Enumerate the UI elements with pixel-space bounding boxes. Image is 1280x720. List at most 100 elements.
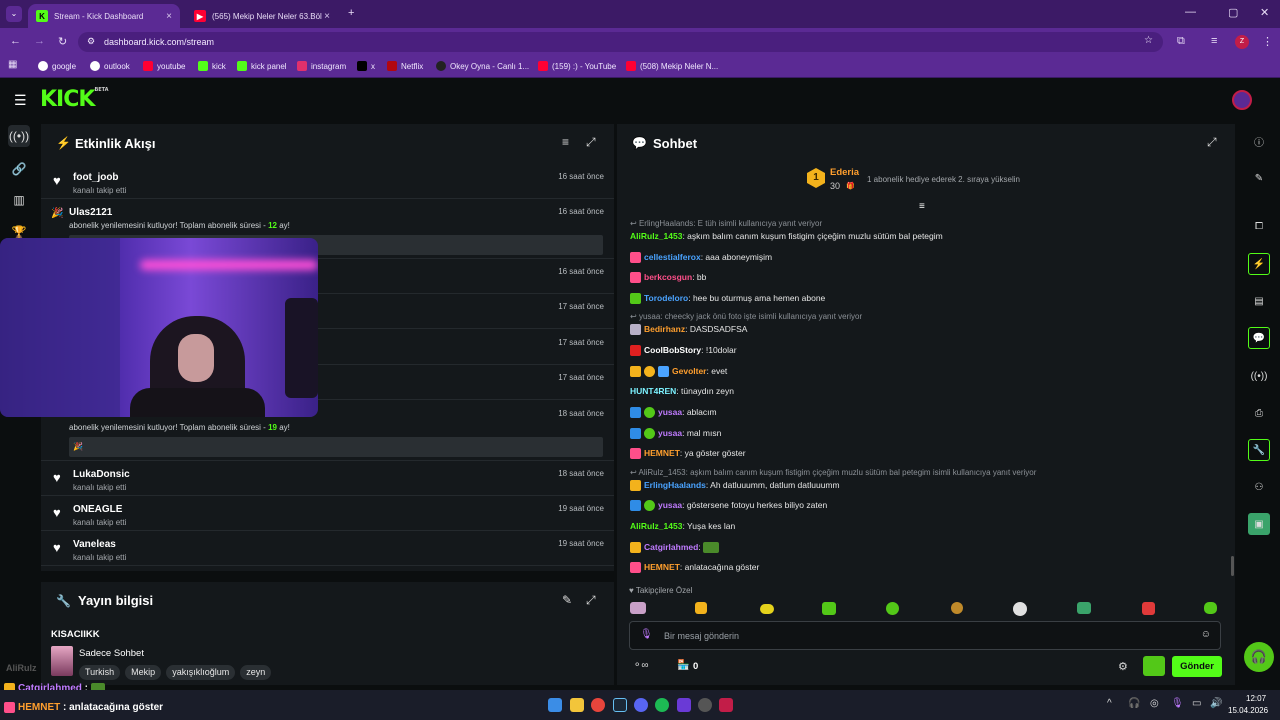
chat-username[interactable]: HUNT4REN: [630, 386, 676, 396]
emote-icon[interactable]: [1204, 602, 1217, 614]
store-icon[interactable]: 🏪: [677, 660, 689, 671]
notes-icon[interactable]: ▤: [1248, 290, 1270, 312]
printer-icon[interactable]: ⎙: [1248, 402, 1270, 424]
chat-username[interactable]: Torodeloro: [644, 293, 688, 303]
bookmark-youtube-159[interactable]: (159) :) - YouTube: [538, 61, 616, 71]
steam-tray-icon[interactable]: ◎: [1150, 698, 1159, 709]
broadcast-icon[interactable]: ((•)): [1248, 365, 1270, 387]
kick-emote-icon[interactable]: [1143, 656, 1165, 676]
bookmark-okey[interactable]: Okey Oyna - Canlı 1...: [436, 61, 529, 71]
filter-icon[interactable]: ≡: [562, 135, 569, 149]
reload-button[interactable]: ↻: [58, 35, 67, 48]
new-tab-button[interactable]: +: [348, 7, 354, 19]
emote-icon[interactable]: [951, 602, 963, 614]
emote-icon[interactable]: [1013, 602, 1027, 616]
chrome-menu-icon[interactable]: ⋮: [1262, 35, 1273, 48]
info-icon[interactable]: ⓘ: [1248, 130, 1270, 152]
bookmark-netflix[interactable]: Netflix: [387, 61, 423, 71]
chat-settings-link-icon[interactable]: ⚬∞: [633, 660, 649, 671]
chat-username[interactable]: AliRulz_1453: [630, 231, 682, 241]
chat-username[interactable]: yusaa: [658, 500, 682, 510]
tag[interactable]: zeyn: [240, 665, 272, 680]
clock-time[interactable]: 12:07: [1246, 694, 1266, 703]
bookmark-kick-panel[interactable]: kick panel: [237, 61, 287, 71]
emote-icon[interactable]: [822, 602, 836, 615]
chat-username[interactable]: HEMNET: [644, 562, 680, 572]
discord-icon[interactable]: [634, 698, 648, 712]
chat-username[interactable]: berkcosgun: [644, 272, 692, 282]
hamburger-menu-icon[interactable]: ☰: [14, 92, 27, 109]
analytics-icon[interactable]: ▥: [8, 189, 30, 211]
popout-icon[interactable]: ⤢: [586, 593, 596, 608]
emote-icon[interactable]: [630, 602, 646, 614]
gift-leaderboard[interactable]: 1 Ederia 30 🎁 1 abonelik hediye ederek 2…: [807, 167, 1107, 192]
chat-panel-icon[interactable]: 💬: [1248, 327, 1270, 349]
file-explorer-icon[interactable]: [570, 698, 584, 712]
webcam-preview[interactable]: [0, 238, 318, 417]
tab-youtube[interactable]: ▶ (565) Mekip Neler Neler 63.Böl ×: [186, 4, 338, 28]
bookmark-google[interactable]: google: [38, 61, 76, 71]
clock-date[interactable]: 15.04.2026: [1228, 706, 1268, 715]
spotify-icon[interactable]: [655, 698, 669, 712]
apps-grid-icon[interactable]: ▦: [8, 59, 17, 70]
bookmark-star-icon[interactable]: ☆: [1144, 35, 1153, 46]
chat-username[interactable]: AliRulz_1453: [630, 521, 682, 531]
headset-tray-icon[interactable]: 🎧: [1128, 698, 1140, 709]
chat-scrollbar[interactable]: [1231, 556, 1234, 576]
extensions-icon[interactable]: ⧉: [1177, 35, 1185, 48]
emoji-picker-icon[interactable]: ☺: [1201, 629, 1211, 640]
settings-gear-icon[interactable]: ⚙: [1118, 660, 1128, 673]
windows-start-icon[interactable]: [548, 698, 562, 712]
expand-chevron-icon[interactable]: ≡: [919, 201, 925, 212]
send-button[interactable]: Gönder: [1172, 656, 1222, 677]
emote-icon[interactable]: [760, 604, 774, 614]
tag[interactable]: yakışıklıoğlum: [166, 665, 236, 680]
tab-kick-dashboard[interactable]: K Stream - Kick Dashboard ×: [28, 4, 180, 28]
close-tab-icon[interactable]: ×: [166, 11, 172, 22]
emote-icon[interactable]: [1077, 602, 1091, 614]
vpn-icon[interactable]: [677, 698, 691, 712]
chat-username[interactable]: ErlingHaalands: [644, 480, 706, 490]
tray-chevron-icon[interactable]: ^: [1107, 698, 1112, 709]
restore-button[interactable]: ▢: [1228, 6, 1238, 19]
chat-username[interactable]: CoolBobStory: [644, 345, 701, 355]
bookmark-outlook[interactable]: outlook: [90, 61, 130, 71]
chat-username[interactable]: Bedirhanz: [644, 324, 685, 334]
kick-app-icon[interactable]: [719, 698, 733, 712]
settings-app-icon[interactable]: [698, 698, 712, 712]
bookmark-kick[interactable]: kick: [198, 61, 226, 71]
close-tab-icon[interactable]: ×: [324, 11, 330, 22]
microphone-icon[interactable]: 🎙: [640, 629, 653, 640]
tag[interactable]: Turkish: [79, 665, 121, 680]
bookmark-x[interactable]: x: [357, 61, 375, 71]
close-window-button[interactable]: ✕: [1260, 6, 1269, 19]
activity-panel-icon[interactable]: ⚡: [1248, 253, 1270, 275]
chrome-icon[interactable]: [591, 698, 605, 712]
support-headset-icon[interactable]: 🎧: [1244, 642, 1274, 672]
profile-avatar[interactable]: Z: [1235, 35, 1249, 49]
chat-username[interactable]: yusaa: [658, 407, 682, 417]
popout-icon[interactable]: ⤢: [1207, 135, 1217, 150]
tag[interactable]: Mekip: [125, 665, 162, 680]
chat-username[interactable]: HEMNET: [644, 448, 680, 458]
link-icon[interactable]: 🔗: [8, 158, 30, 180]
reading-list-icon[interactable]: ≡: [1211, 35, 1217, 47]
tools-icon[interactable]: 🔧: [1248, 439, 1270, 461]
minimize-button[interactable]: —: [1185, 6, 1196, 18]
edit-icon[interactable]: ✎: [562, 593, 572, 607]
emote-icon[interactable]: [1142, 602, 1155, 615]
user-avatar[interactable]: [1232, 90, 1252, 110]
emote-icon[interactable]: [886, 602, 899, 615]
edit-stream-icon[interactable]: ✎: [1248, 167, 1270, 189]
steam-icon[interactable]: [613, 698, 627, 712]
back-button[interactable]: ←: [10, 35, 21, 47]
scan-icon[interactable]: ⧠: [1248, 215, 1270, 237]
chat-username[interactable]: Catgirlahmed: [644, 542, 698, 552]
popout-icon[interactable]: ⤢: [586, 135, 596, 150]
chat-input[interactable]: 🎙 Bir mesaj gönderin ☺: [629, 621, 1221, 650]
mic-tray-icon[interactable]: 🎙: [1171, 698, 1184, 709]
chat-username[interactable]: Gevolter: [672, 366, 707, 376]
network-icon[interactable]: ▭: [1192, 698, 1201, 709]
forward-button[interactable]: →: [34, 35, 45, 47]
bookmark-instagram[interactable]: instagram: [297, 61, 346, 71]
